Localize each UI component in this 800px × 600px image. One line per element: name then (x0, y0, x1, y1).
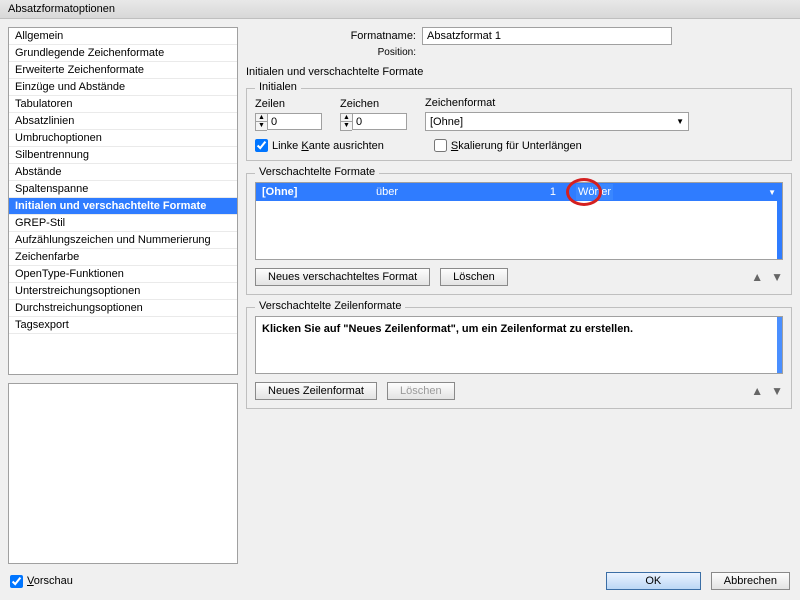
nested-format-row[interactable]: [Ohne] über 1 Wörter ▼ (256, 183, 782, 201)
section-title: Initialen und verschachtelte Formate (246, 66, 792, 78)
dialog-window: Absatzformatoptionen AllgemeinGrundlegen… (0, 0, 800, 600)
sidebar-item[interactable]: Grundlegende Zeichenformate (9, 45, 237, 62)
new-nested-format-button[interactable]: Neues verschachteltes Format (255, 268, 430, 286)
spinner-down-icon[interactable]: ▼ (341, 122, 352, 130)
sidebar-item[interactable]: Tagsexport (9, 317, 237, 334)
spinner-down-icon[interactable]: ▼ (256, 122, 267, 130)
scale-check-input[interactable] (434, 139, 447, 152)
preview-checkbox[interactable]: Vorschau (10, 575, 73, 588)
zeichenformat-select[interactable]: [Ohne] ▼ (425, 112, 689, 131)
move-up-icon[interactable]: ▲ (751, 270, 763, 284)
sidebar-item[interactable]: Umbruchoptionen (9, 130, 237, 147)
sidebar-item[interactable]: Zeichenfarbe (9, 249, 237, 266)
zeilen-spinner[interactable]: ▲▼ (255, 113, 267, 131)
chevron-down-icon: ▼ (676, 117, 684, 126)
sidebar-item[interactable]: Tabulatoren (9, 96, 237, 113)
move-up-icon[interactable]: ▲ (751, 384, 763, 398)
spinner-up-icon[interactable]: ▲ (256, 114, 267, 122)
ok-button[interactable]: OK (606, 572, 701, 590)
category-list[interactable]: AllgemeinGrundlegende ZeichenformateErwe… (8, 27, 238, 375)
left-edge-checkbox[interactable]: Linke Kante ausrichten (255, 139, 384, 152)
sidebar-item[interactable]: OpenType-Funktionen (9, 266, 237, 283)
sidebar-item[interactable]: Initialen und verschachtelte Formate (9, 198, 237, 215)
zeichen-spinner[interactable]: ▲▼ (340, 113, 352, 131)
spinner-up-icon[interactable]: ▲ (341, 114, 352, 122)
sidebar: AllgemeinGrundlegende ZeichenformateErwe… (8, 27, 238, 564)
formatname-input[interactable] (422, 27, 672, 45)
sidebar-item[interactable]: Unterstreichungsoptionen (9, 283, 237, 300)
nested-row-format[interactable]: [Ohne] (256, 186, 376, 198)
sidebar-item[interactable]: Erweiterte Zeichenformate (9, 62, 237, 79)
nested-lines-list[interactable]: Klicken Sie auf "Neues Zeilenformat", um… (255, 316, 783, 374)
sidebar-item[interactable]: Aufzählungszeichen und Nummerierung (9, 232, 237, 249)
initials-legend: Initialen (255, 81, 301, 93)
move-down-icon[interactable]: ▼ (771, 270, 783, 284)
chevron-down-icon[interactable]: ▼ (768, 188, 776, 197)
sidebar-item[interactable]: Spaltenspanne (9, 181, 237, 198)
nested-formats-fieldset: Verschachtelte Formate [Ohne] über 1 Wör… (246, 173, 792, 295)
formatname-label: Formatname: (306, 30, 416, 42)
zeichenformat-label: Zeichenformat (425, 97, 689, 109)
sidebar-item[interactable]: Einzüge und Abstände (9, 79, 237, 96)
sidebar-item[interactable]: Absatzlinien (9, 113, 237, 130)
zeichen-label: Zeichen (340, 98, 407, 110)
dialog-footer: Vorschau OK Abbrechen (0, 564, 800, 600)
sidebar-item[interactable]: Silbentrennung (9, 147, 237, 164)
new-line-format-button[interactable]: Neues Zeilenformat (255, 382, 377, 400)
window-title: Absatzformatoptionen (0, 0, 800, 19)
main-panel: Formatname: Position: Initialen und vers… (246, 27, 792, 564)
position-label: Position: (306, 47, 416, 58)
sidebar-item[interactable]: GREP-Stil (9, 215, 237, 232)
cancel-button[interactable]: Abbrechen (711, 572, 790, 590)
nested-legend: Verschachtelte Formate (255, 166, 379, 178)
scale-descenders-checkbox[interactable]: Skalierung für Unterlängen (434, 139, 582, 152)
sidebar-item[interactable]: Durchstreichungsoptionen (9, 300, 237, 317)
zeilen-input[interactable] (267, 113, 322, 130)
nested-formats-list[interactable]: [Ohne] über 1 Wörter ▼ (255, 182, 783, 260)
sidebar-item[interactable]: Allgemein (9, 28, 237, 45)
nested-lines-legend: Verschachtelte Zeilenformate (255, 300, 405, 312)
sidebar-item[interactable]: Abstände (9, 164, 237, 181)
nested-row-through[interactable]: über (376, 186, 476, 198)
dialog-body: AllgemeinGrundlegende ZeichenformateErwe… (0, 19, 800, 564)
zeichenformat-value: [Ohne] (430, 116, 463, 128)
preview-check-input[interactable] (10, 575, 23, 588)
nested-lines-fieldset: Verschachtelte Zeilenformate Klicken Sie… (246, 307, 792, 409)
delete-line-format-button[interactable]: Löschen (387, 382, 455, 400)
left-edge-check-input[interactable] (255, 139, 268, 152)
initials-fieldset: Initialen Zeilen ▲▼ Zeichen ▲▼ (246, 88, 792, 161)
delete-nested-format-button[interactable]: Löschen (440, 268, 508, 286)
preview-area (8, 383, 238, 564)
nested-row-count[interactable]: 1 (476, 186, 576, 198)
selection-bar (777, 317, 782, 373)
zeichen-input[interactable] (352, 113, 407, 130)
move-down-icon[interactable]: ▼ (771, 384, 783, 398)
zeilen-label: Zeilen (255, 98, 322, 110)
nested-lines-placeholder: Klicken Sie auf "Neues Zeilenformat", um… (262, 323, 633, 335)
selection-bar (777, 183, 782, 259)
nested-row-unit[interactable]: Wörter (576, 184, 613, 200)
